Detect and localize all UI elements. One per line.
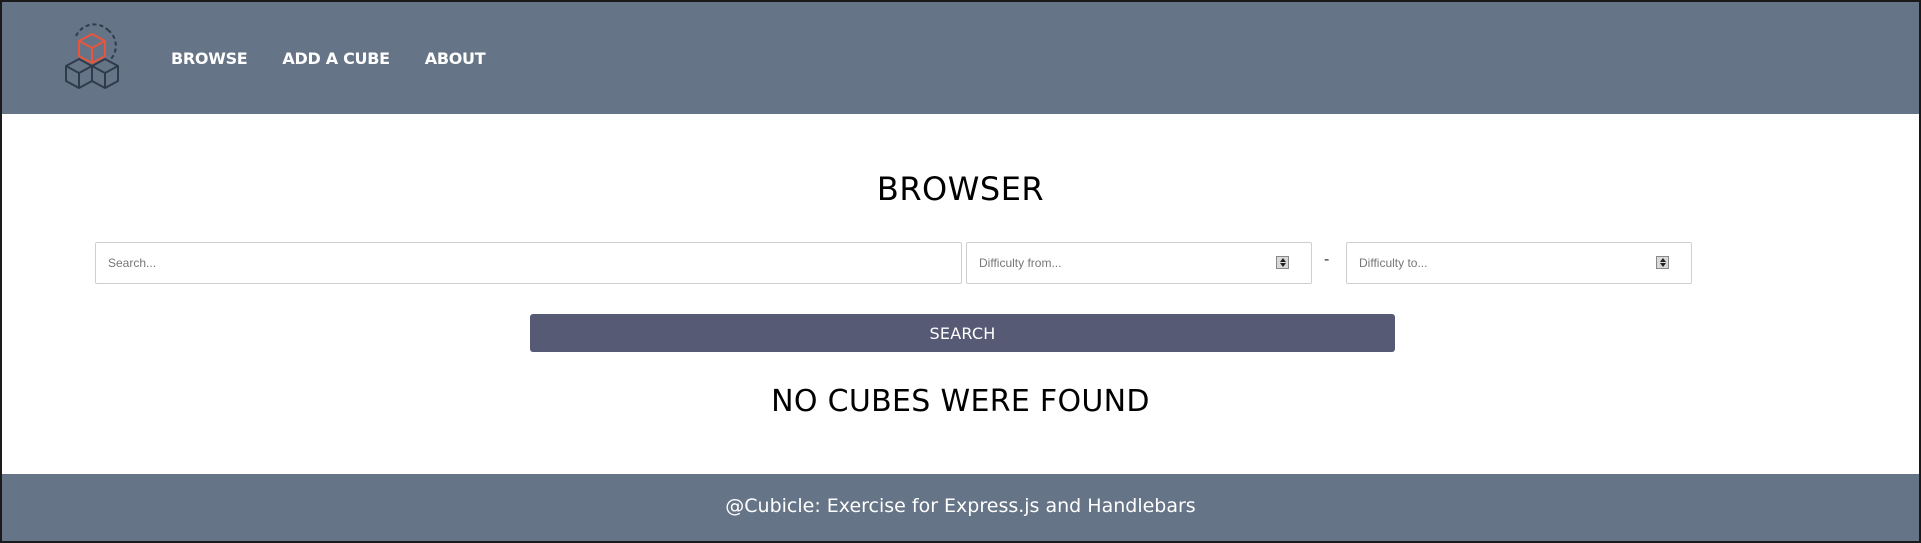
difficulty-from-input[interactable] xyxy=(966,242,1312,284)
app-window: BROWSE ADD A CUBE ABOUT BROWSER - SEARCH… xyxy=(0,0,1921,543)
difficulty-to-spinner-icon[interactable] xyxy=(1656,256,1669,269)
range-separator: - xyxy=(1324,251,1330,268)
browser-main: BROWSER - SEARCH NO CUBES WERE FOUND xyxy=(2,114,1919,474)
footer-text: @Cubicle: Exercise for Express.js and Ha… xyxy=(725,494,1196,517)
site-footer: @Cubicle: Exercise for Express.js and Ha… xyxy=(2,474,1919,541)
difficulty-to-input[interactable] xyxy=(1346,242,1692,284)
nav-browse-link[interactable]: BROWSE xyxy=(171,49,248,68)
cube-stack-logo-icon[interactable] xyxy=(62,22,132,94)
main-nav: BROWSE ADD A CUBE ABOUT xyxy=(171,2,520,114)
site-header: BROWSE ADD A CUBE ABOUT xyxy=(2,2,1919,114)
search-input[interactable] xyxy=(95,242,962,284)
page-title: BROWSER xyxy=(876,170,1045,208)
nav-add-cube-link[interactable]: ADD A CUBE xyxy=(282,49,390,68)
search-button[interactable]: SEARCH xyxy=(530,314,1395,352)
difficulty-from-spinner-icon[interactable] xyxy=(1276,256,1289,269)
no-results-message: NO CUBES WERE FOUND xyxy=(771,384,1150,419)
nav-about-link[interactable]: ABOUT xyxy=(425,49,486,68)
